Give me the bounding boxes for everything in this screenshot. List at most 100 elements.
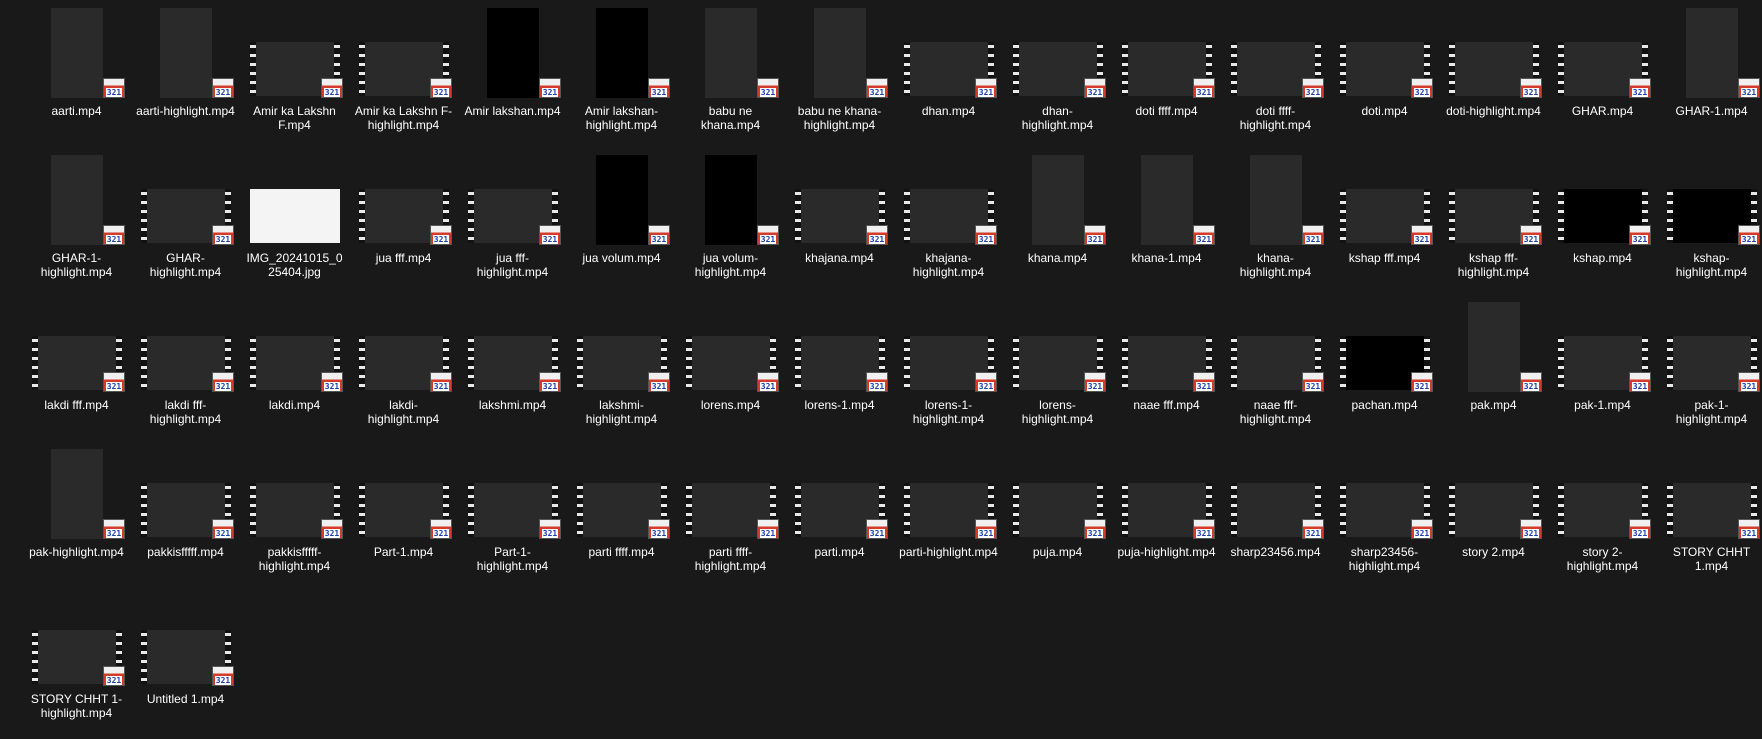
file-item[interactable]: 321 jua fff-highlight.mp4 <box>458 151 567 298</box>
file-item[interactable]: 321 khana-highlight.mp4 <box>1221 151 1330 298</box>
file-item[interactable]: 321 lorens-highlight.mp4 <box>1003 298 1112 445</box>
thumbnail-area: 321 <box>676 298 785 394</box>
file-item[interactable]: 321 GHAR-1.mp4 <box>1657 4 1762 151</box>
file-item[interactable]: 321 kshap.mp4 <box>1548 151 1657 298</box>
file-item[interactable]: 321 lakdi.mp4 <box>240 298 349 445</box>
file-item[interactable]: 321 jua fff.mp4 <box>349 151 458 298</box>
file-item[interactable]: 321 kshap-highlight.mp4 <box>1657 151 1762 298</box>
file-item[interactable]: 321 GHAR.mp4 <box>1548 4 1657 151</box>
file-item[interactable]: 321 story 2.mp4 <box>1439 445 1548 592</box>
file-item[interactable]: 321 khana.mp4 <box>1003 151 1112 298</box>
file-name-label: lorens-1-highlight.mp4 <box>912 398 985 426</box>
thumbnail-area: 321 <box>676 151 785 247</box>
file-item[interactable]: 321 kshap fff.mp4 <box>1330 151 1439 298</box>
file-name-label: Amir lakshan-highlight.mp4 <box>584 104 659 132</box>
file-item[interactable]: 321 story 2-highlight.mp4 <box>1548 445 1657 592</box>
mpc-player-icon: 321 <box>539 372 561 392</box>
thumbnail-image <box>1468 302 1520 392</box>
file-item[interactable]: 321 babu ne khana.mp4 <box>676 4 785 151</box>
file-item[interactable]: 321 sharp23456-highlight.mp4 <box>1330 445 1439 592</box>
file-item[interactable]: 321 lakshmi.mp4 <box>458 298 567 445</box>
file-item[interactable]: 321 parti ffff.mp4 <box>567 445 676 592</box>
thumbnail-area: 321 <box>1112 4 1221 100</box>
file-item[interactable]: 321 lakshmi-highlight.mp4 <box>567 298 676 445</box>
thumbnail-area: 321 <box>676 445 785 541</box>
file-name-label: pak.mp4 <box>1470 398 1517 412</box>
file-item[interactable]: 321 aarti.mp4 <box>22 4 131 151</box>
file-item[interactable]: 321 pak-1-highlight.mp4 <box>1657 298 1762 445</box>
thumbnail-area: 321 <box>458 445 567 541</box>
file-item[interactable]: 321 khajana.mp4 <box>785 151 894 298</box>
file-item[interactable]: 321 lorens-1.mp4 <box>785 298 894 445</box>
file-name-label: story 2-highlight.mp4 <box>1566 545 1639 573</box>
file-item[interactable]: 321 Part-1-highlight.mp4 <box>458 445 567 592</box>
file-item[interactable]: 321 lakdi fff.mp4 <box>22 298 131 445</box>
file-item[interactable]: 321 pak-1.mp4 <box>1548 298 1657 445</box>
file-item[interactable]: 321 STORY CHHT 1-highlight.mp4 <box>22 592 131 739</box>
mpc-player-icon: 321 <box>975 519 997 539</box>
file-item[interactable]: 321 naae fff-highlight.mp4 <box>1221 298 1330 445</box>
mpc-player-icon: 321 <box>1738 372 1760 392</box>
file-item[interactable]: 321 doti-highlight.mp4 <box>1439 4 1548 151</box>
file-item[interactable]: 321 pak.mp4 <box>1439 298 1548 445</box>
badge-text: 321 <box>214 235 232 244</box>
mpc-player-icon: 321 <box>1302 225 1324 245</box>
file-item[interactable]: 321 dhan.mp4 <box>894 4 1003 151</box>
thumbnail-area: 321 <box>1003 445 1112 541</box>
file-item[interactable]: 321 khajana-highlight.mp4 <box>894 151 1003 298</box>
file-item[interactable]: 321 aarti-highlight.mp4 <box>131 4 240 151</box>
thumbnail-image <box>595 8 648 98</box>
badge-text: 321 <box>650 529 668 538</box>
badge-text: 321 <box>1304 88 1322 97</box>
file-item[interactable]: 321 lakdi-highlight.mp4 <box>349 298 458 445</box>
badge-text: 321 <box>214 529 232 538</box>
file-item[interactable]: 321 jua volum-highlight.mp4 <box>676 151 785 298</box>
file-item[interactable]: 321 Amir lakshan-highlight.mp4 <box>567 4 676 151</box>
thumbnail-image <box>486 8 539 98</box>
file-item[interactable]: 321 pakkisfffff.mp4 <box>131 445 240 592</box>
file-item[interactable]: 321 STORY CHHT 1.mp4 <box>1657 445 1762 592</box>
file-item[interactable]: 321 pak-highlight.mp4 <box>22 445 131 592</box>
file-item[interactable]: 321 Part-1.mp4 <box>349 445 458 592</box>
file-item[interactable]: 321 lorens.mp4 <box>676 298 785 445</box>
file-item[interactable]: IMG_20241015_025404.jpg <box>240 151 349 298</box>
file-item[interactable]: 321 Amir ka Lakshn F-highlight.mp4 <box>349 4 458 151</box>
file-item[interactable]: 321 doti ffff.mp4 <box>1112 4 1221 151</box>
file-name-label: parti.mp4 <box>814 545 865 559</box>
file-item[interactable]: 321 sharp23456.mp4 <box>1221 445 1330 592</box>
file-name-label: lorens.mp4 <box>700 398 761 412</box>
thumbnail-area: 321 <box>1221 445 1330 541</box>
file-item[interactable]: 321 naae fff.mp4 <box>1112 298 1221 445</box>
file-item[interactable]: 321 Amir lakshan.mp4 <box>458 4 567 151</box>
file-item[interactable]: 321 parti ffff-highlight.mp4 <box>676 445 785 592</box>
video-thumbnail <box>50 155 103 245</box>
badge-text: 321 <box>1086 382 1104 391</box>
thumbnail-area: 321 <box>131 445 240 541</box>
file-item[interactable]: 321 Amir ka Lakshn F.mp4 <box>240 4 349 151</box>
file-item[interactable]: 321 GHAR-highlight.mp4 <box>131 151 240 298</box>
thumbnail-area: 321 <box>1439 4 1548 100</box>
file-item[interactable]: 321 parti-highlight.mp4 <box>894 445 1003 592</box>
file-item[interactable]: 321 pachan.mp4 <box>1330 298 1439 445</box>
file-item[interactable]: 321 puja.mp4 <box>1003 445 1112 592</box>
badge-text: 321 <box>1304 382 1322 391</box>
mpc-player-icon: 321 <box>1738 519 1760 539</box>
file-item[interactable]: 321 jua volum.mp4 <box>567 151 676 298</box>
file-item[interactable]: 321 dhan-highlight.mp4 <box>1003 4 1112 151</box>
file-item[interactable]: 321 puja-highlight.mp4 <box>1112 445 1221 592</box>
file-item[interactable]: 321 parti.mp4 <box>785 445 894 592</box>
badge-text: 321 <box>977 382 995 391</box>
file-item[interactable]: 321 babu ne khana-highlight.mp4 <box>785 4 894 151</box>
file-item[interactable]: 321 doti.mp4 <box>1330 4 1439 151</box>
file-item[interactable]: 321 Untitled 1.mp4 <box>131 592 240 739</box>
file-item[interactable]: 321 khana-1.mp4 <box>1112 151 1221 298</box>
badge-text: 321 <box>650 235 668 244</box>
file-item[interactable]: 321 pakkisfffff-highlight.mp4 <box>240 445 349 592</box>
file-item[interactable]: 321 kshap fff-highlight.mp4 <box>1439 151 1548 298</box>
mpc-player-icon: 321 <box>1520 78 1542 98</box>
file-item[interactable]: 321 doti ffff-highlight.mp4 <box>1221 4 1330 151</box>
file-item[interactable]: 321 GHAR-1-highlight.mp4 <box>22 151 131 298</box>
file-item[interactable]: 321 lorens-1-highlight.mp4 <box>894 298 1003 445</box>
mpc-player-icon: 321 <box>1520 372 1542 392</box>
file-item[interactable]: 321 lakdi fff-highlight.mp4 <box>131 298 240 445</box>
